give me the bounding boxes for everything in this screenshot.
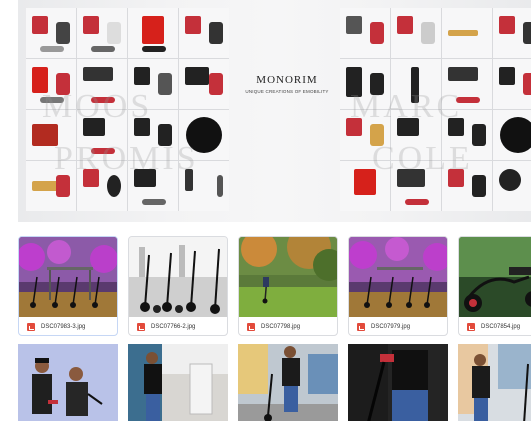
product-cell [493, 110, 531, 160]
product-cell [179, 8, 229, 58]
file-name: DSC07766-2.jpg [151, 324, 196, 330]
product-cell [26, 8, 76, 58]
product-cell [128, 8, 178, 58]
watermark-text: COLE [372, 140, 473, 177]
image-thumbnail[interactable]: DSC07854.jpg [458, 236, 531, 336]
image-thumbnail[interactable]: DSC07798.jpg [238, 236, 338, 336]
thumbnail-row: DSC07983-3.jpg DSC07766-2.jpg DSC07798.j… [18, 236, 531, 336]
watermark-text: PROMIS [54, 140, 199, 177]
image-thumbnail[interactable]: DSC07766-2.jpg [128, 236, 228, 336]
jpg-file-icon [467, 323, 475, 331]
product-cell [493, 59, 531, 109]
product-cell [179, 59, 229, 109]
page: MOOS PROMIS MONORIM UNIQUE CREATIONS OF … [0, 0, 531, 421]
photo-preview [238, 344, 338, 421]
photo-preview [128, 344, 228, 421]
photo-preview [348, 344, 448, 421]
thumbnail-caption: DSC07979.jpg [349, 317, 447, 335]
product-banner[interactable]: MOOS PROMIS MONORIM UNIQUE CREATIONS OF … [18, 0, 531, 222]
thumbnail-caption: DSC07766-2.jpg [129, 317, 227, 335]
jpg-file-icon [247, 323, 255, 331]
thumbnail-caption: DSC07983-3.jpg [19, 317, 117, 335]
image-thumbnail[interactable] [128, 344, 228, 421]
product-cell [77, 8, 127, 58]
product-cell [493, 161, 531, 211]
photo-preview [349, 237, 447, 317]
product-cell [340, 8, 390, 58]
thumbnail-caption: DSC07854.jpg [459, 317, 531, 335]
thumbnail-row [18, 344, 531, 421]
image-thumbnail[interactable] [458, 344, 531, 421]
watermark-text: MOOS [42, 88, 153, 125]
brand-block: MONORIM UNIQUE CREATIONS OF EMOBILITY [232, 74, 342, 94]
file-name: DSC07798.jpg [261, 324, 301, 330]
file-name: DSC07854.jpg [481, 324, 521, 330]
brand-tagline: UNIQUE CREATIONS OF EMOBILITY [245, 89, 329, 94]
photo-preview [459, 237, 531, 317]
file-name: DSC07979.jpg [371, 324, 411, 330]
image-thumbnail[interactable] [18, 344, 118, 421]
jpg-file-icon [27, 323, 35, 331]
photo-preview [18, 344, 118, 421]
watermark-text: MARC [350, 88, 463, 125]
photo-preview [19, 237, 117, 317]
image-thumbnail[interactable] [238, 344, 338, 421]
product-cell [442, 8, 492, 58]
thumbnail-caption: DSC07798.jpg [239, 317, 337, 335]
image-thumbnail[interactable] [348, 344, 448, 421]
product-cell [493, 8, 531, 58]
brand-name: MONORIM [256, 74, 318, 86]
image-thumbnail[interactable]: DSC07983-3.jpg [18, 236, 118, 336]
image-thumbnail[interactable]: DSC07979.jpg [348, 236, 448, 336]
jpg-file-icon [137, 323, 145, 331]
jpg-file-icon [357, 323, 365, 331]
photo-preview [129, 237, 227, 317]
photo-preview [458, 344, 531, 421]
product-cell [391, 8, 441, 58]
photo-preview [239, 237, 337, 317]
file-name: DSC07983-3.jpg [41, 324, 86, 330]
